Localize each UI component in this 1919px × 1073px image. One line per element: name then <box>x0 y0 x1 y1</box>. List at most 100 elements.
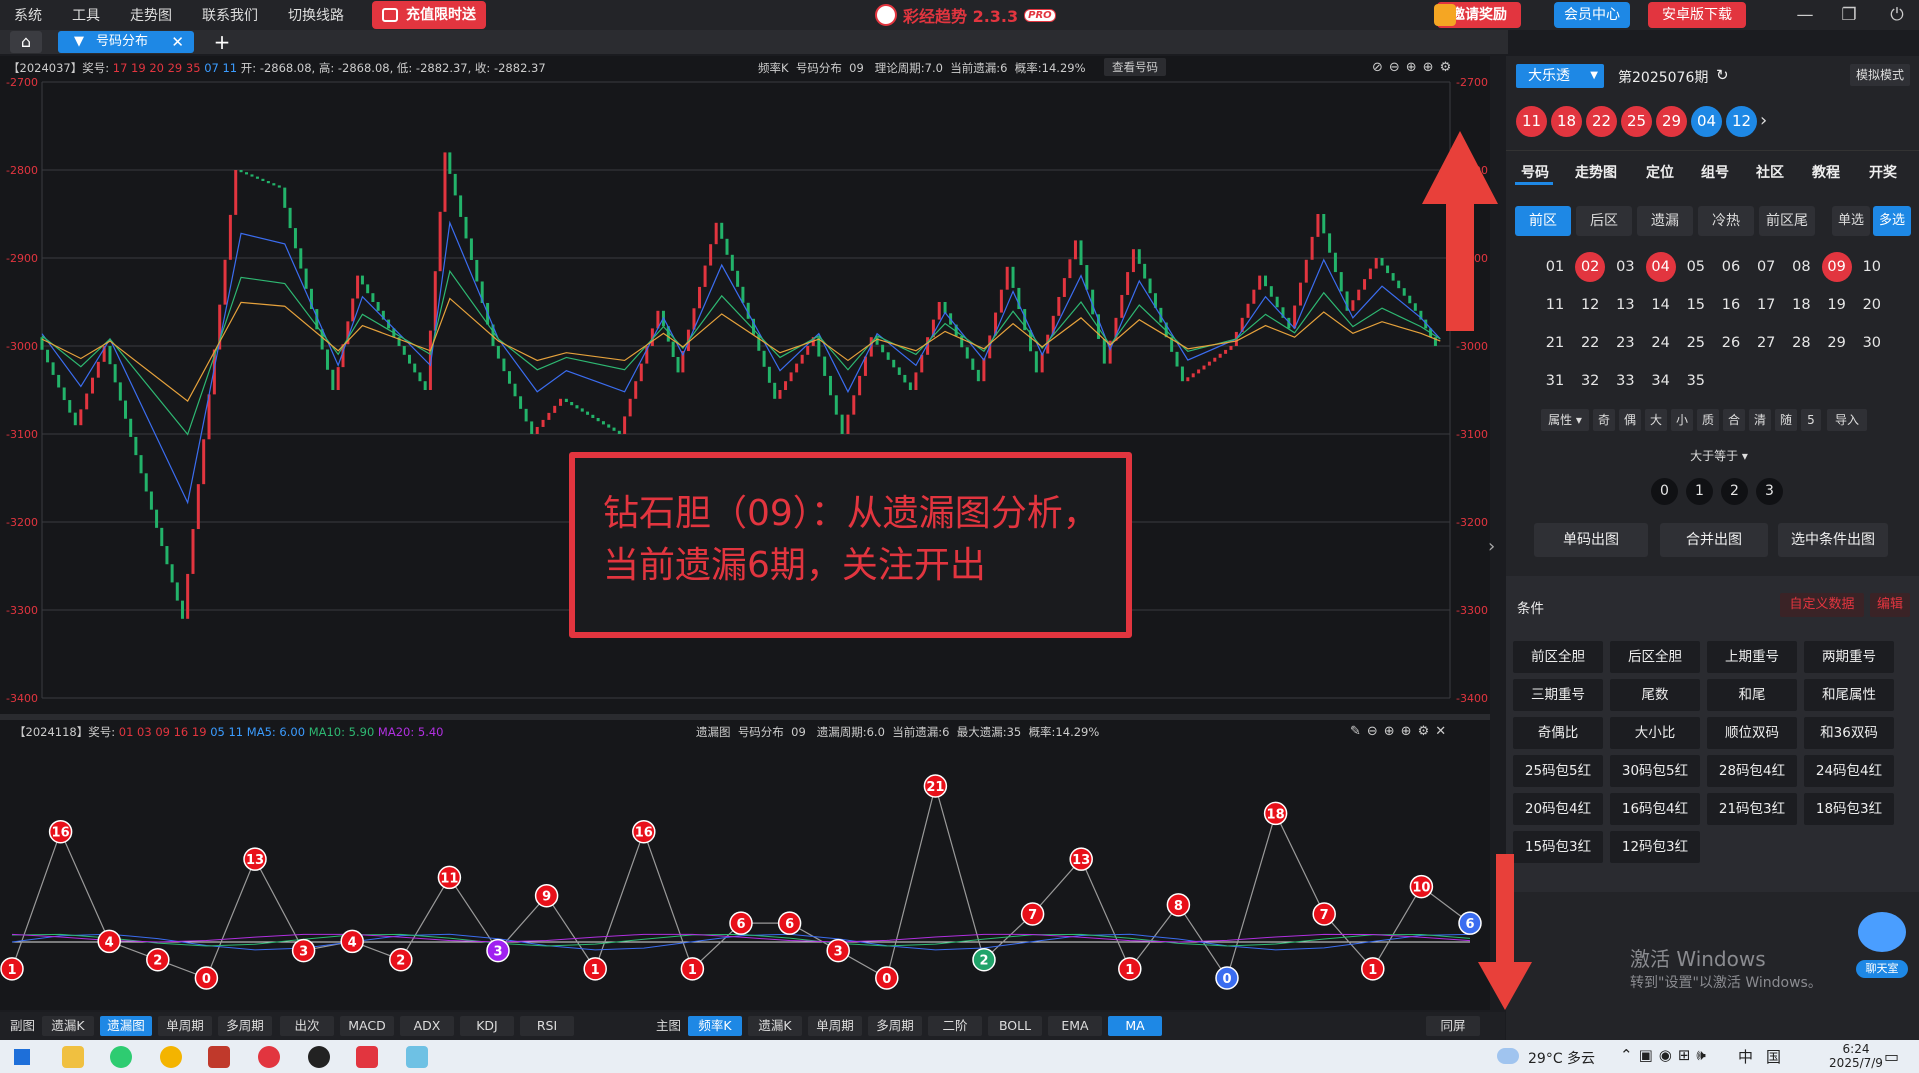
btn-main-single-cycle[interactable]: 单周期 <box>808 1016 862 1036</box>
member-center-button[interactable]: 会员中心 <box>1554 2 1630 28</box>
btn-freq-k[interactable]: 频率K <box>688 1016 742 1036</box>
recharge-button[interactable]: 充值限时送 <box>372 1 486 29</box>
btn-single-cycle[interactable]: 单周期 <box>158 1016 212 1036</box>
number-ball[interactable]: 14 <box>1646 290 1676 320</box>
condition-button[interactable]: 20码包4红 <box>1513 793 1603 825</box>
number-ball[interactable]: 05 <box>1681 252 1711 282</box>
attr-clear[interactable]: 清 <box>1749 409 1771 431</box>
multi-select-toggle[interactable]: 多选 <box>1873 206 1911 236</box>
nav-tab-position[interactable]: 定位 <box>1646 162 1674 182</box>
chrome-icon[interactable] <box>160 1046 182 1068</box>
chevron-right-icon[interactable]: › <box>1760 110 1767 131</box>
btn-ma[interactable]: MA <box>1108 1016 1162 1036</box>
condition-button[interactable]: 和尾 <box>1707 679 1797 711</box>
android-download-button[interactable]: 安卓版下载 <box>1648 2 1746 28</box>
number-ball[interactable]: 25 <box>1681 328 1711 358</box>
condition-button[interactable]: 和尾属性 <box>1804 679 1894 711</box>
weather-text[interactable]: 29°C 多云 <box>1528 1048 1595 1068</box>
btn-multi-cycle[interactable]: 多周期 <box>218 1016 272 1036</box>
chat-room-button[interactable]: 聊天室 <box>1856 960 1908 978</box>
minimize-icon[interactable]: — <box>1794 4 1816 26</box>
condition-button[interactable]: 30码包5红 <box>1610 755 1700 787</box>
number-ball[interactable]: 15 <box>1681 290 1711 320</box>
btn-boll[interactable]: BOLL <box>988 1016 1042 1036</box>
attr-odd[interactable]: 奇 <box>1593 409 1615 431</box>
refresh-icon[interactable]: ↻ <box>1716 66 1729 84</box>
condition-button[interactable]: 12码包3红 <box>1610 831 1700 863</box>
single-select-toggle[interactable]: 单选 <box>1832 206 1870 236</box>
random-count[interactable]: 5 <box>1801 409 1821 431</box>
count-option[interactable]: 2 <box>1721 478 1748 505</box>
menu-trend[interactable]: 走势图 <box>130 5 172 25</box>
number-ball[interactable]: 02 <box>1575 252 1606 282</box>
btn-ema[interactable]: EMA <box>1048 1016 1102 1036</box>
nav-tab-numbers[interactable]: 号码 <box>1521 162 1549 182</box>
collapse-panel-icon[interactable]: › <box>1488 536 1495 557</box>
btn-kdj[interactable]: KDJ <box>460 1016 514 1036</box>
edit-button[interactable]: 编辑 <box>1870 593 1910 617</box>
tab-number-distribution[interactable]: ▼ 号码分布 ✕ <box>58 31 194 53</box>
single-number-chart-button[interactable]: 单码出图 <box>1534 523 1648 557</box>
filter-front-zone[interactable]: 前区 <box>1515 206 1571 236</box>
number-ball[interactable]: 31 <box>1540 366 1570 396</box>
condition-button[interactable]: 和36双码 <box>1804 717 1894 749</box>
condition-button[interactable]: 奇偶比 <box>1513 717 1603 749</box>
add-tab-icon[interactable]: + <box>206 31 238 53</box>
number-ball[interactable]: 21 <box>1540 328 1570 358</box>
simulate-mode-button[interactable]: 模拟模式 <box>1850 64 1910 86</box>
selected-condition-chart-button[interactable]: 选中条件出图 <box>1778 523 1888 557</box>
number-ball[interactable]: 16 <box>1716 290 1746 320</box>
notification-icon[interactable]: ▭ <box>1884 1047 1899 1066</box>
number-ball[interactable]: 12 <box>1575 290 1605 320</box>
attr-big[interactable]: 大 <box>1645 409 1667 431</box>
condition-button[interactable]: 顺位双码 <box>1707 717 1797 749</box>
attr-even[interactable]: 偶 <box>1619 409 1641 431</box>
condition-button[interactable]: 上期重号 <box>1707 641 1797 673</box>
attr-prime[interactable]: 质 <box>1697 409 1719 431</box>
close-tab-icon[interactable]: ✕ <box>171 31 184 53</box>
btn-main-miss-k[interactable]: 遗漏K <box>748 1016 802 1036</box>
btn-macd[interactable]: MACD <box>340 1016 394 1036</box>
number-ball[interactable]: 35 <box>1681 366 1711 396</box>
number-ball[interactable]: 27 <box>1751 328 1781 358</box>
btn-sync-screen[interactable]: 同屏 <box>1426 1016 1480 1036</box>
attr-small[interactable]: 小 <box>1671 409 1693 431</box>
home-icon[interactable]: ⌂ <box>10 31 42 53</box>
condition-button[interactable]: 28码包4红 <box>1707 755 1797 787</box>
tray-icons[interactable]: ⌃▣◉⊞🕪 <box>1620 1046 1712 1064</box>
condition-button[interactable]: 后区全胆 <box>1610 641 1700 673</box>
notes-icon[interactable] <box>406 1046 428 1068</box>
btn-rsi[interactable]: RSI <box>520 1016 574 1036</box>
number-ball[interactable]: 32 <box>1575 366 1605 396</box>
btn-main-multi-cycle[interactable]: 多周期 <box>868 1016 922 1036</box>
count-option[interactable]: 3 <box>1756 478 1783 505</box>
count-option[interactable]: 1 <box>1686 478 1713 505</box>
number-ball[interactable]: 20 <box>1857 290 1887 320</box>
power-icon[interactable]: ⏻ <box>1886 4 1908 26</box>
menu-system[interactable]: 系统 <box>14 5 42 25</box>
chat-bubble-icon[interactable] <box>1858 912 1906 952</box>
btn-second-order[interactable]: 二阶 <box>928 1016 982 1036</box>
ime-mode[interactable]: 国 <box>1766 1046 1781 1067</box>
import-button[interactable]: 导入 <box>1827 409 1867 431</box>
nav-tab-community[interactable]: 社区 <box>1756 162 1784 182</box>
number-ball[interactable]: 09 <box>1821 252 1852 282</box>
merge-chart-button[interactable]: 合并出图 <box>1660 523 1768 557</box>
restore-icon[interactable]: ❐ <box>1838 4 1860 26</box>
number-ball[interactable]: 19 <box>1822 290 1852 320</box>
attr-random[interactable]: 随 <box>1775 409 1797 431</box>
menu-switch-line[interactable]: 切换线路 <box>288 5 344 25</box>
filter-back-zone[interactable]: 后区 <box>1576 206 1632 236</box>
number-ball[interactable]: 04 <box>1645 252 1676 282</box>
number-ball[interactable]: 06 <box>1716 252 1746 282</box>
number-ball[interactable]: 24 <box>1646 328 1676 358</box>
lottery-app-icon[interactable] <box>258 1046 280 1068</box>
clock[interactable]: 6:24 2025/7/9 <box>1826 1042 1886 1070</box>
condition-button[interactable]: 两期重号 <box>1804 641 1894 673</box>
number-ball[interactable]: 07 <box>1751 252 1781 282</box>
btn-miss-chart[interactable]: 遗漏图 <box>100 1016 152 1036</box>
btn-miss-k[interactable]: 遗漏K <box>42 1016 94 1036</box>
ime-indicator[interactable]: 中 <box>1738 1046 1753 1067</box>
wechat-icon[interactable] <box>110 1046 132 1068</box>
attr-composite[interactable]: 合 <box>1723 409 1745 431</box>
